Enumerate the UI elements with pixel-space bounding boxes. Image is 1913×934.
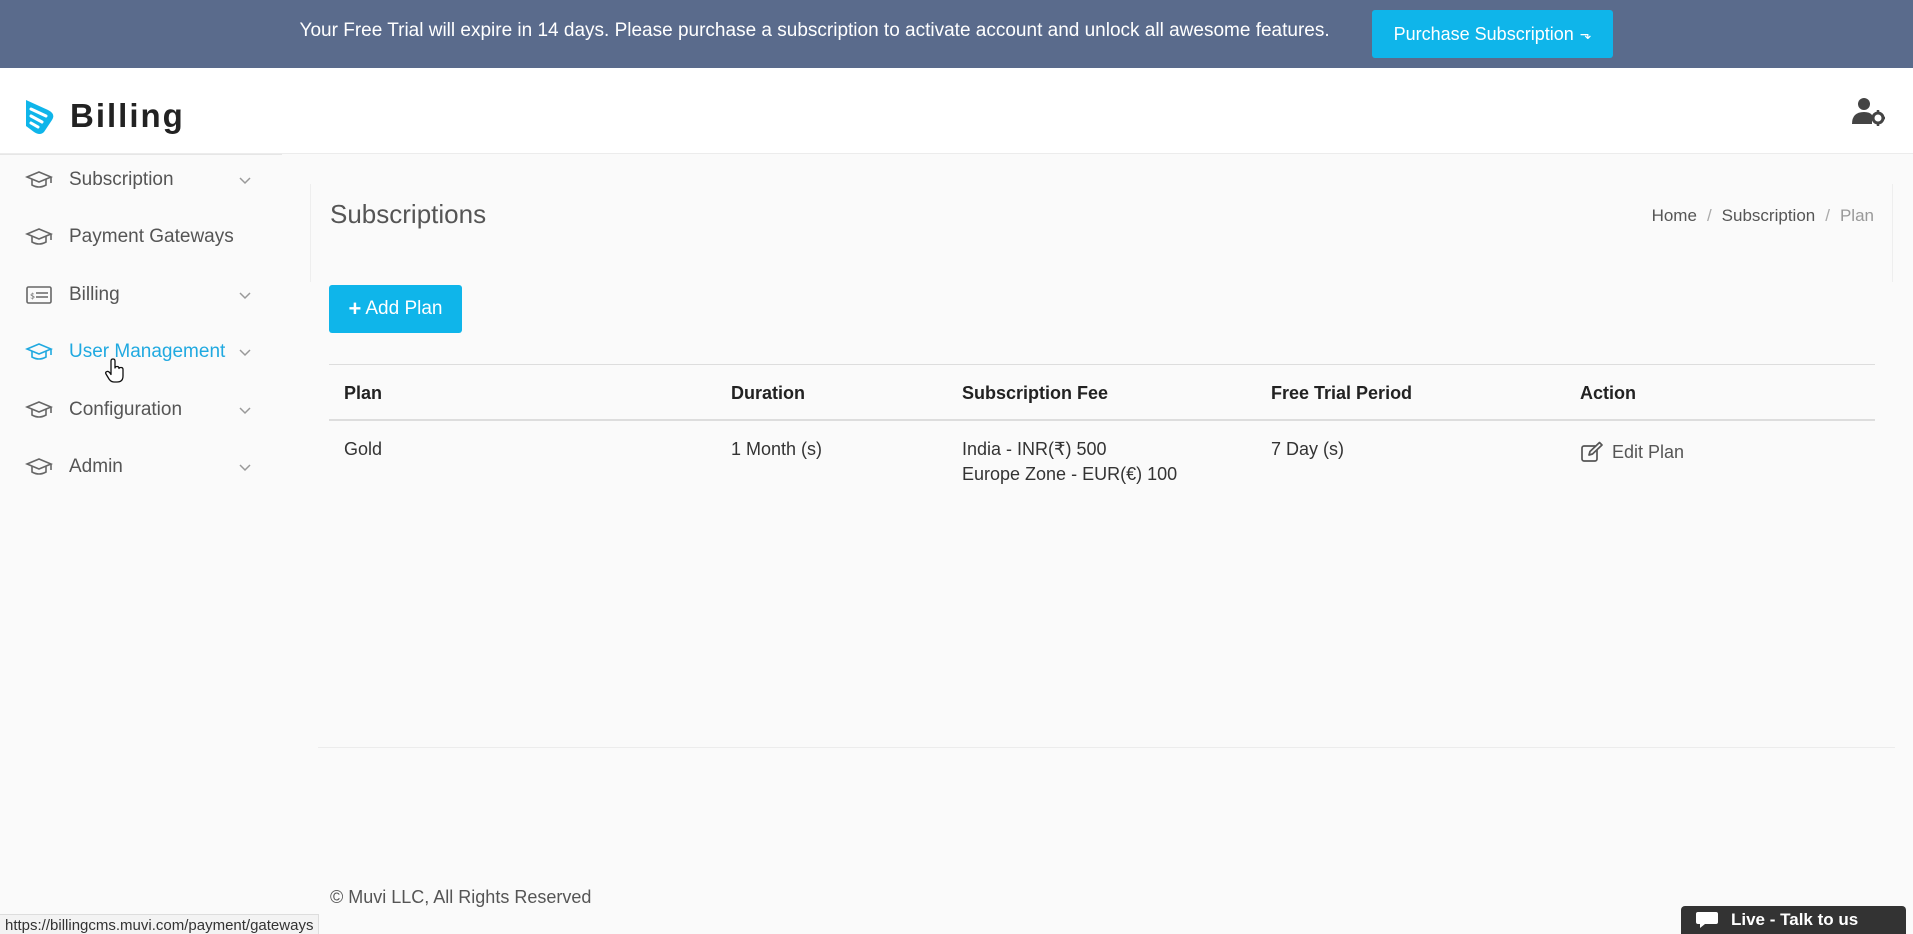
breadcrumb-separator: /	[1706, 206, 1712, 225]
trial-banner: Your Free Trial will expire in 14 days. …	[0, 0, 1913, 68]
purchase-subscription-label: Purchase Subscription	[1393, 23, 1574, 44]
column-header-plan: Plan	[344, 383, 383, 403]
edit-plan-label: Edit Plan	[1612, 441, 1685, 462]
live-chat-label: Live - Talk to us	[1731, 910, 1859, 929]
content-divider	[318, 747, 1895, 748]
graduation-cap-icon	[25, 228, 53, 245]
edit-icon	[1581, 441, 1603, 462]
app-header: Billing	[0, 68, 1913, 154]
breadcrumb: Home / Subscription / Plan	[1652, 206, 1874, 226]
app-logo[interactable]: Billing	[22, 96, 185, 136]
purchase-subscription-button[interactable]: Purchase Subscription ⬎	[1371, 10, 1614, 58]
logo-text: Billing	[70, 97, 185, 134]
chevron-down-icon	[239, 177, 251, 185]
sidebar-item-label: Admin	[69, 456, 123, 477]
svg-text:$: $	[30, 292, 35, 301]
sidebar-item-admin[interactable]: Admin	[0, 441, 282, 493]
sidebar-item-label: Payment Gateways	[69, 226, 234, 247]
chevron-down-icon	[239, 407, 251, 415]
footer-copyright: © Muvi LLC, All Rights Reserved	[330, 887, 592, 907]
table-row: Gold 1 Month (s) India - INR(₹) 500 Euro…	[329, 421, 1875, 501]
trial-message: Your Free Trial will expire in 14 days. …	[299, 20, 1330, 41]
fee-line: India - INR(₹) 500	[962, 439, 1107, 459]
sidebar-item-label: Billing	[69, 284, 120, 305]
column-header-duration: Duration	[731, 383, 805, 403]
graduation-cap-icon	[25, 458, 53, 475]
graduation-cap-icon	[25, 343, 53, 360]
edit-plan-link[interactable]: Edit Plan	[1580, 441, 1684, 463]
live-chat-button[interactable]: Live - Talk to us	[1681, 906, 1906, 934]
page-title: Subscriptions	[330, 199, 487, 229]
column-header-subscription-fee: Subscription Fee	[962, 383, 1109, 403]
user-settings-icon[interactable]	[1851, 96, 1885, 126]
hand-cursor-icon	[105, 358, 124, 383]
sidebar-item-label: Configuration	[69, 399, 183, 420]
cell-free-trial: 7 Day (s)	[1271, 439, 1345, 459]
external-link-icon: ⬎	[1579, 25, 1592, 42]
sidebar-item-subscription[interactable]: Subscription	[0, 154, 282, 206]
page-header: Subscriptions Home / Subscription / Plan	[310, 184, 1893, 282]
breadcrumb-current: Plan	[1839, 206, 1874, 225]
chevron-down-icon	[239, 292, 251, 300]
breadcrumb-subscription[interactable]: Subscription	[1722, 206, 1816, 226]
chevron-down-icon	[239, 349, 251, 357]
cell-duration: 1 Month (s)	[731, 439, 823, 459]
sidebar-item-billing[interactable]: $ Billing	[0, 269, 282, 321]
sidebar: Subscription Payment Gateways $ Billing …	[0, 154, 282, 914]
plus-icon: +	[348, 296, 362, 321]
status-bar-url: https://billingcms.muvi.com/payment/gate…	[0, 914, 320, 934]
sidebar-item-payment-gateways[interactable]: Payment Gateways	[0, 211, 282, 263]
sidebar-item-configuration[interactable]: Configuration	[0, 384, 282, 436]
add-plan-label: Add Plan	[365, 298, 443, 319]
chat-bubble-icon	[1696, 912, 1718, 928]
breadcrumb-home[interactable]: Home	[1652, 206, 1697, 226]
breadcrumb-separator: /	[1825, 206, 1830, 225]
graduation-cap-icon	[25, 171, 53, 188]
cell-plan: Gold	[344, 439, 383, 459]
logo-icon	[26, 100, 54, 134]
invoice-icon: $	[26, 286, 52, 304]
fee-line: Europe Zone - EUR(€) 100	[962, 464, 1178, 484]
table-header: Plan Duration Subscription Fee Free Tria…	[329, 364, 1875, 421]
graduation-cap-icon	[25, 401, 53, 418]
column-header-action: Action	[1580, 383, 1636, 403]
cell-subscription-fee: India - INR(₹) 500 Europe Zone - EUR(€) …	[962, 437, 1177, 487]
add-plan-button[interactable]: + Add Plan	[329, 285, 462, 333]
column-header-free-trial: Free Trial Period	[1271, 383, 1413, 403]
sidebar-item-user-management[interactable]: User Management	[0, 326, 282, 378]
sidebar-item-label: Subscription	[69, 169, 174, 190]
plans-table: Plan Duration Subscription Fee Free Tria…	[329, 364, 1875, 501]
sidebar-item-label: User Management	[69, 341, 226, 362]
chevron-down-icon	[239, 464, 251, 472]
